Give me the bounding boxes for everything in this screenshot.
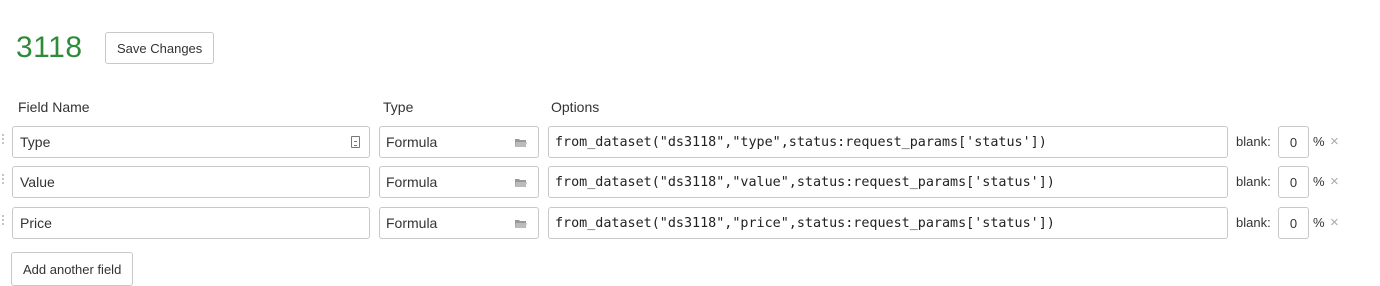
column-header-options: Options bbox=[551, 99, 600, 115]
options-input[interactable]: from_dataset("ds3118","type",status:requ… bbox=[548, 126, 1228, 158]
type-value: Formula bbox=[386, 134, 438, 150]
header: 3118 bbox=[16, 30, 83, 66]
document-icon[interactable] bbox=[351, 136, 360, 148]
blank-label: blank: bbox=[1236, 215, 1271, 230]
blank-input[interactable]: 0 bbox=[1278, 207, 1309, 239]
field-name-input[interactable]: Type bbox=[12, 126, 370, 158]
field-row: Value Formula from_dataset("ds3118","val… bbox=[0, 166, 1380, 198]
page-title: 3118 bbox=[16, 31, 83, 64]
percent-label: % bbox=[1313, 134, 1325, 149]
field-name-value: Value bbox=[20, 174, 55, 190]
field-name-input[interactable]: Value bbox=[12, 166, 370, 198]
drag-handle-icon[interactable] bbox=[2, 215, 5, 231]
options-input[interactable]: from_dataset("ds3118","price",status:req… bbox=[548, 207, 1228, 239]
type-value: Formula bbox=[386, 174, 438, 190]
blank-label: blank: bbox=[1236, 134, 1271, 149]
save-changes-button[interactable]: Save Changes bbox=[105, 32, 215, 64]
options-input[interactable]: from_dataset("ds3118","value",status:req… bbox=[548, 166, 1228, 198]
percent-label: % bbox=[1313, 215, 1325, 230]
remove-icon[interactable]: × bbox=[1330, 214, 1339, 231]
field-name-value: Price bbox=[20, 215, 52, 231]
blank-input[interactable]: 0 bbox=[1278, 166, 1309, 198]
add-another-field-button[interactable]: Add another field bbox=[11, 252, 134, 286]
remove-icon[interactable]: × bbox=[1330, 173, 1339, 190]
folder-icon[interactable] bbox=[515, 178, 527, 187]
field-name-value: Type bbox=[20, 134, 51, 150]
field-row: Type Formula from_dataset("ds3118","type… bbox=[0, 126, 1380, 158]
field-row: Price Formula from_dataset("ds3118","pri… bbox=[0, 207, 1380, 239]
drag-handle-icon[interactable] bbox=[2, 174, 5, 190]
column-header-type: Type bbox=[383, 99, 414, 115]
folder-icon[interactable] bbox=[515, 219, 527, 228]
type-value: Formula bbox=[386, 215, 438, 231]
blank-label: blank: bbox=[1236, 174, 1271, 189]
column-header-field-name: Field Name bbox=[18, 99, 90, 115]
remove-icon[interactable]: × bbox=[1330, 133, 1339, 150]
type-select[interactable]: Formula bbox=[379, 126, 539, 158]
field-name-input[interactable]: Price bbox=[12, 207, 370, 239]
folder-icon[interactable] bbox=[515, 138, 527, 147]
drag-handle-icon[interactable] bbox=[2, 134, 5, 150]
type-select[interactable]: Formula bbox=[379, 166, 539, 198]
type-select[interactable]: Formula bbox=[379, 207, 539, 239]
blank-input[interactable]: 0 bbox=[1278, 126, 1309, 158]
percent-label: % bbox=[1313, 174, 1325, 189]
